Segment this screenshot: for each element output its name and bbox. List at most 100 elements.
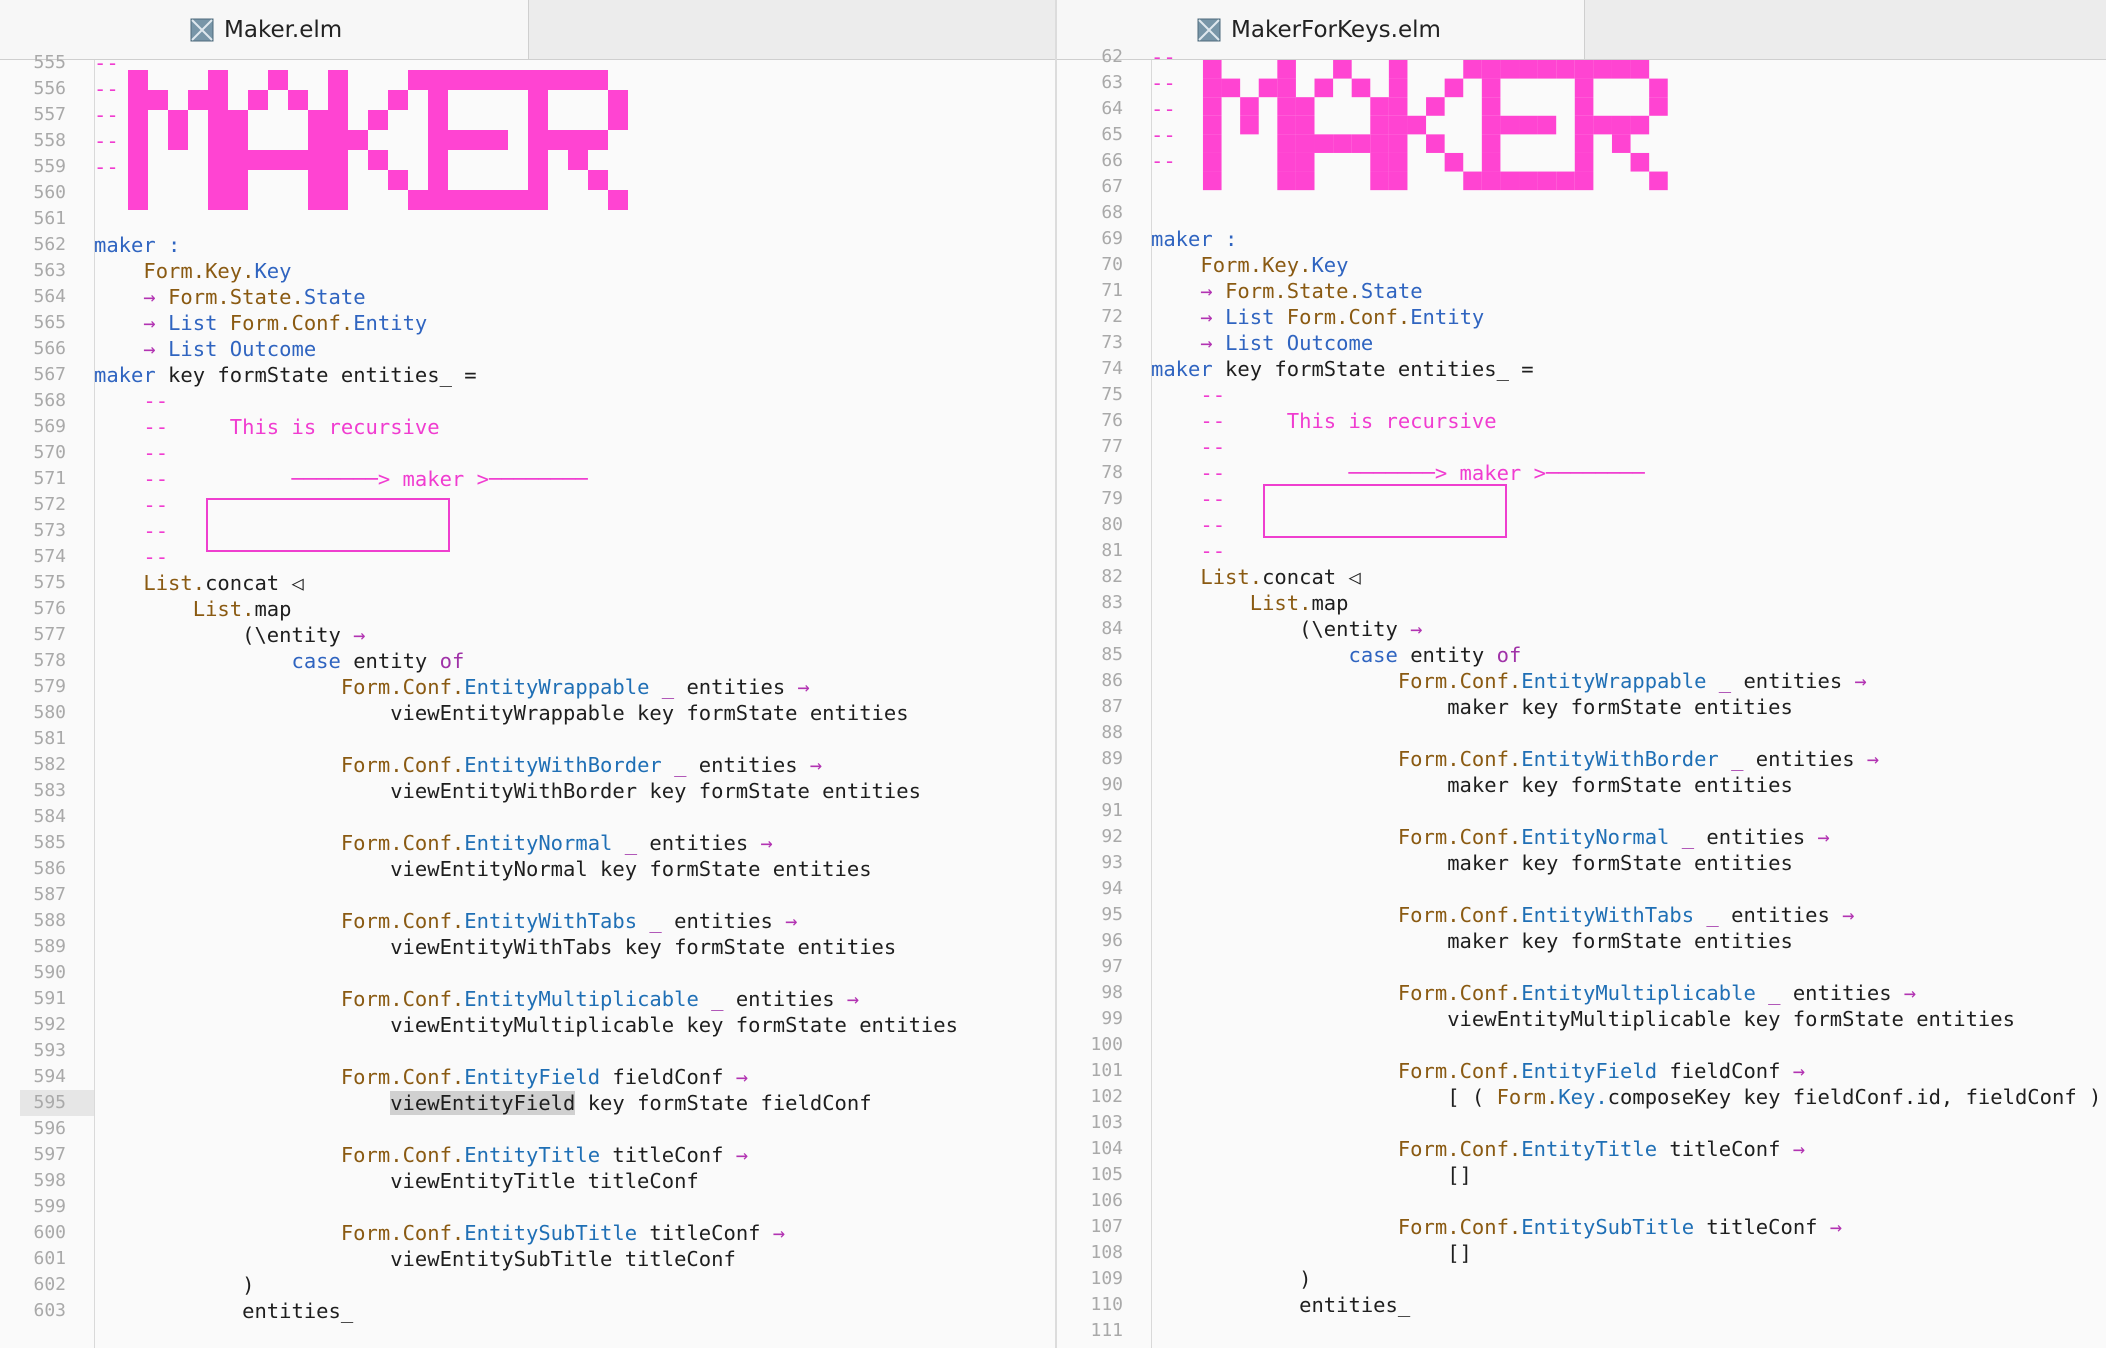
code-line[interactable]: 580 viewEntityWrappable key formState en… xyxy=(0,700,1055,726)
code-line[interactable]: 579 Form.Conf.EntityWrappable _ entities… xyxy=(0,674,1055,700)
editor-pane-left[interactable]: Maker.elm 555 -- 556 -- 557 -- 558 -- 559 -- 560 56… xyxy=(0,0,1055,1348)
code-line[interactable]: 590 xyxy=(0,960,1055,986)
code-line[interactable]: 565 → List Form.Conf.Entity xyxy=(0,310,1055,336)
code-line[interactable]: 82 List.concat ◁ xyxy=(1057,564,2106,590)
code-line[interactable]: 591 Form.Conf.EntityMultiplicable _ enti… xyxy=(0,986,1055,1012)
code-line[interactable]: 583 viewEntityWithBorder key formState e… xyxy=(0,778,1055,804)
code-editor-left[interactable]: 555 -- 556 -- 557 -- 558 -- 559 -- 560 561 562 maker … xyxy=(0,51,1055,1348)
code-line[interactable]: 74 maker key formState entities_ = xyxy=(1057,356,2106,382)
code-editor-right[interactable]: 62 -- 63 -- 64 -- 65 -- 66 -- 67 68 69 maker :70 Form… xyxy=(1057,45,2106,1348)
code-line[interactable]: 573 -- xyxy=(0,518,1055,544)
code-line[interactable]: 70 Form.Key.Key xyxy=(1057,252,2106,278)
code-line[interactable]: 589 viewEntityWithTabs key formState ent… xyxy=(0,934,1055,960)
code-line[interactable]: 558 -- xyxy=(0,128,1055,154)
code-line[interactable]: 69 maker : xyxy=(1057,226,2106,252)
code-line[interactable]: 84 (\entity → xyxy=(1057,616,2106,642)
code-line[interactable]: 66 -- xyxy=(1057,148,2106,174)
code-line[interactable]: 596 xyxy=(0,1116,1055,1142)
code-line[interactable]: 597 Form.Conf.EntityTitle titleConf → xyxy=(0,1142,1055,1168)
code-line[interactable]: 91 xyxy=(1057,798,2106,824)
code-line[interactable]: 576 List.map xyxy=(0,596,1055,622)
code-line[interactable]: 93 maker key formState entities xyxy=(1057,850,2106,876)
code-line[interactable]: 94 xyxy=(1057,876,2106,902)
code-line[interactable]: 73 → List Outcome xyxy=(1057,330,2106,356)
code-line[interactable]: 561 xyxy=(0,206,1055,232)
code-line[interactable]: 87 maker key formState entities xyxy=(1057,694,2106,720)
code-line[interactable]: 564 → Form.State.State xyxy=(0,284,1055,310)
code-line[interactable]: 111 xyxy=(1057,1318,2106,1344)
code-line[interactable]: 578 case entity of xyxy=(0,648,1055,674)
code-line[interactable]: 68 xyxy=(1057,200,2106,226)
editor-pane-right[interactable]: MakerForKeys.elm 62 -- 63 -- 64 -- 65 -- 66 -- 67 6… xyxy=(1057,0,2106,1348)
code-line[interactable]: 88 xyxy=(1057,720,2106,746)
code-line[interactable]: 81 -- xyxy=(1057,538,2106,564)
code-line[interactable]: 90 maker key formState entities xyxy=(1057,772,2106,798)
code-line[interactable]: 65 -- xyxy=(1057,122,2106,148)
code-line[interactable]: 107 Form.Conf.EntitySubTitle titleConf → xyxy=(1057,1214,2106,1240)
code-line[interactable]: 110 entities_ xyxy=(1057,1292,2106,1318)
code-line[interactable]: 593 xyxy=(0,1038,1055,1064)
code-line[interactable]: 566 → List Outcome xyxy=(0,336,1055,362)
code-line[interactable]: 584 xyxy=(0,804,1055,830)
code-line[interactable]: 602 ) xyxy=(0,1272,1055,1298)
code-line[interactable]: 575 List.concat ◁ xyxy=(0,570,1055,596)
code-line[interactable]: 562 maker : xyxy=(0,232,1055,258)
code-line[interactable]: 79 -- xyxy=(1057,486,2106,512)
code-line[interactable]: 108 [] xyxy=(1057,1240,2106,1266)
code-line[interactable]: 95 Form.Conf.EntityWithTabs _ entities → xyxy=(1057,902,2106,928)
code-line[interactable]: 99 viewEntityMultiplicable key formState… xyxy=(1057,1006,2106,1032)
code-line[interactable]: 598 viewEntityTitle titleConf xyxy=(0,1168,1055,1194)
code-line[interactable]: 582 Form.Conf.EntityWithBorder _ entitie… xyxy=(0,752,1055,778)
code-line[interactable]: 96 maker key formState entities xyxy=(1057,928,2106,954)
code-line[interactable]: 97 xyxy=(1057,954,2106,980)
code-line[interactable]: 106 xyxy=(1057,1188,2106,1214)
code-line[interactable]: 78 -- ───────> maker >──────── xyxy=(1057,460,2106,486)
code-line[interactable]: 568 -- xyxy=(0,388,1055,414)
code-line[interactable]: 563 Form.Key.Key xyxy=(0,258,1055,284)
code-line[interactable]: 63 -- xyxy=(1057,70,2106,96)
code-line[interactable]: 586 viewEntityNormal key formState entit… xyxy=(0,856,1055,882)
code-line[interactable]: 103 xyxy=(1057,1110,2106,1136)
code-line[interactable]: 105 [] xyxy=(1057,1162,2106,1188)
code-line[interactable]: 600 Form.Conf.EntitySubTitle titleConf → xyxy=(0,1220,1055,1246)
code-line[interactable]: 92 Form.Conf.EntityNormal _ entities → xyxy=(1057,824,2106,850)
code-line[interactable]: 80 -- xyxy=(1057,512,2106,538)
code-line[interactable]: 560 xyxy=(0,180,1055,206)
code-line[interactable]: 104 Form.Conf.EntityTitle titleConf → xyxy=(1057,1136,2106,1162)
code-line[interactable]: 559 -- xyxy=(0,154,1055,180)
code-line[interactable]: 594 Form.Conf.EntityField fieldConf → xyxy=(0,1064,1055,1090)
code-line[interactable]: 83 List.map xyxy=(1057,590,2106,616)
code-line[interactable]: 571 -- ───────> maker >──────── xyxy=(0,466,1055,492)
code-line[interactable]: 98 Form.Conf.EntityMultiplicable _ entit… xyxy=(1057,980,2106,1006)
code-line[interactable]: 577 (\entity → xyxy=(0,622,1055,648)
code-line[interactable]: 587 xyxy=(0,882,1055,908)
code-line[interactable]: 101 Form.Conf.EntityField fieldConf → xyxy=(1057,1058,2106,1084)
code-line[interactable]: 62 -- xyxy=(1057,44,2106,70)
code-line[interactable]: 76 -- This is recursive xyxy=(1057,408,2106,434)
code-line[interactable]: 100 xyxy=(1057,1032,2106,1058)
code-line[interactable]: 77 -- xyxy=(1057,434,2106,460)
code-line[interactable]: 592 viewEntityMultiplicable key formStat… xyxy=(0,1012,1055,1038)
code-line[interactable]: 570 -- xyxy=(0,440,1055,466)
code-line[interactable]: 599 xyxy=(0,1194,1055,1220)
code-line[interactable]: 601 viewEntitySubTitle titleConf xyxy=(0,1246,1055,1272)
code-line[interactable]: 557 -- xyxy=(0,102,1055,128)
code-line[interactable]: 102 [ ( Form.Key.composeKey key fieldCon… xyxy=(1057,1084,2106,1110)
code-line[interactable]: 588 Form.Conf.EntityWithTabs _ entities … xyxy=(0,908,1055,934)
code-line[interactable]: 572 -- xyxy=(0,492,1055,518)
code-line[interactable]: 67 xyxy=(1057,174,2106,200)
code-line[interactable]: 585 Form.Conf.EntityNormal _ entities → xyxy=(0,830,1055,856)
code-line[interactable]: 75 -- xyxy=(1057,382,2106,408)
code-line[interactable]: 574 -- xyxy=(0,544,1055,570)
code-line[interactable]: 581 xyxy=(0,726,1055,752)
code-line[interactable]: 109 ) xyxy=(1057,1266,2106,1292)
code-line[interactable]: 556 -- xyxy=(0,76,1055,102)
code-line[interactable]: 71 → Form.State.State xyxy=(1057,278,2106,304)
code-line[interactable]: 86 Form.Conf.EntityWrappable _ entities … xyxy=(1057,668,2106,694)
code-line[interactable]: 89 Form.Conf.EntityWithBorder _ entities… xyxy=(1057,746,2106,772)
code-line[interactable]: 567 maker key formState entities_ = xyxy=(0,362,1055,388)
code-line[interactable]: 569 -- This is recursive xyxy=(0,414,1055,440)
code-line[interactable]: 85 case entity of xyxy=(1057,642,2106,668)
code-line[interactable]: 603 entities_ xyxy=(0,1298,1055,1324)
code-line[interactable]: 595 viewEntityField key formState fieldC… xyxy=(0,1090,1055,1116)
